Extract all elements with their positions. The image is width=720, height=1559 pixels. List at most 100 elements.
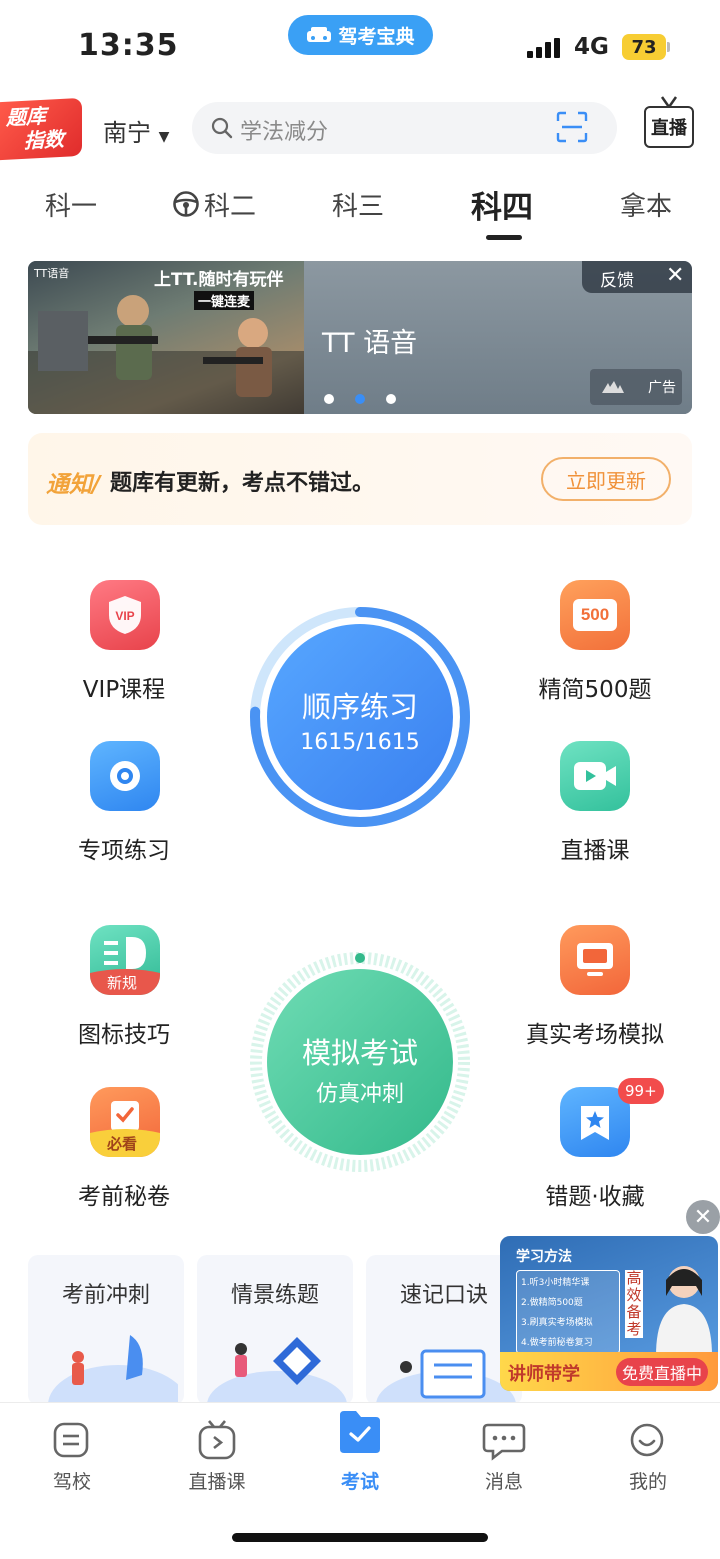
target-icon xyxy=(110,761,140,791)
float-ad-heading: 学习方法 xyxy=(516,1249,572,1265)
status-time: 13:35 xyxy=(78,28,179,63)
profile-icon[interactable] xyxy=(628,1421,666,1459)
carousel-dot-3[interactable] xyxy=(386,394,396,404)
float-ad-left-cta: 讲师带学 xyxy=(508,1364,580,1385)
search-input[interactable]: 学法减分 xyxy=(240,114,328,146)
floating-live-ad[interactable]: 学习方法 1.听3小时精华课 2.做精简500题 3.刷真实考场模拟 4.做考前… xyxy=(500,1236,718,1391)
feedback-button[interactable]: 反馈 ✕ xyxy=(582,261,692,293)
ad-label: 广告 xyxy=(648,380,676,396)
card-pre-exam-sprint[interactable]: 考前冲刺 xyxy=(28,1255,184,1405)
network-type: 4G xyxy=(574,34,609,60)
live-course-label[interactable]: 直播课 xyxy=(495,831,695,865)
banner-headline: 上TT.随时有玩伴 xyxy=(154,270,284,290)
vip-course-label[interactable]: VIP课程 xyxy=(24,670,224,704)
icon-tips-label[interactable]: 图标技巧 xyxy=(24,1015,224,1049)
rocket-illustration xyxy=(48,1335,178,1405)
ad-banner[interactable]: TT语音 上TT.随时有玩伴 一键连麦 TT 语音 反馈 ✕ 广告 xyxy=(28,261,692,414)
float-ad-steps: 1.听3小时精华课 2.做精简500题 3.刷真实考场模拟 4.做考前秘卷复习 xyxy=(516,1270,620,1354)
pedestrian-sign-illustration xyxy=(207,1337,347,1405)
home-indicator[interactable] xyxy=(232,1533,488,1542)
vip-shield-icon: VIP xyxy=(109,596,141,634)
nav-label-driving-school[interactable]: 驾校 xyxy=(22,1467,122,1494)
float-ad-right-cta[interactable]: 免费直播中 xyxy=(616,1358,709,1386)
battery-icon: 73 xyxy=(622,34,666,60)
tab-naben[interactable]: 拿本 xyxy=(620,186,672,223)
special-practice-icon[interactable] xyxy=(90,741,160,811)
lecturer-avatar xyxy=(656,1266,712,1356)
monitor-icon xyxy=(577,943,613,976)
nav-label-exam[interactable]: 考试 xyxy=(310,1467,410,1494)
card-title: 情景练题 xyxy=(230,1283,319,1308)
message-icon[interactable] xyxy=(482,1421,526,1461)
notice-text: 题库有更新，考点不错过。 xyxy=(110,471,375,496)
video-camera-icon xyxy=(574,762,616,790)
live-course-icon[interactable] xyxy=(560,741,630,811)
scan-icon[interactable] xyxy=(555,110,589,144)
close-icon[interactable]: ✕ xyxy=(666,263,684,288)
badge-line-2: 指数 xyxy=(24,126,64,153)
vip-course-icon[interactable]: VIP xyxy=(90,580,160,650)
close-icon[interactable]: ✕ xyxy=(686,1200,720,1234)
tab-ke2[interactable]: 科二 xyxy=(204,186,256,223)
tv-live-icon[interactable] xyxy=(197,1419,237,1461)
nav-label-messages[interactable]: 消息 xyxy=(454,1467,554,1494)
tab-ke1[interactable]: 科一 xyxy=(45,186,97,223)
mock-exam-title: 模拟考试 xyxy=(301,1036,418,1070)
card-mnemonics[interactable]: 速记口诀 xyxy=(366,1255,522,1405)
secret-paper-icon[interactable]: 必看 xyxy=(90,1087,160,1157)
city-name: 南宁 xyxy=(103,119,151,147)
tab-ke4[interactable]: 科四 xyxy=(471,182,533,227)
card-scenario-practice[interactable]: 情景练题 xyxy=(197,1255,353,1405)
mistakes-favorites-label[interactable]: 错题·收藏 xyxy=(495,1177,695,1211)
step-4: 4.做考前秘卷复习 xyxy=(521,1338,593,1348)
driving-school-icon[interactable] xyxy=(52,1421,90,1459)
app-name: 驾考宝典 xyxy=(338,25,415,48)
sequence-practice-title: 顺序练习 xyxy=(301,690,418,724)
city-selector[interactable]: 南宁 ▼ xyxy=(103,113,169,148)
search-icon xyxy=(211,117,233,139)
real-exam-sim-icon[interactable] xyxy=(560,925,630,995)
bookmark-star-icon xyxy=(581,1106,609,1140)
svg-text:VIP: VIP xyxy=(115,609,134,623)
update-now-button[interactable]: 立即更新 xyxy=(541,457,671,501)
card-title: 考前冲刺 xyxy=(61,1283,150,1308)
notice-tag: 通知/ xyxy=(46,472,101,498)
exam-folder-icon[interactable] xyxy=(336,1407,384,1457)
banner-title: TT 语音 xyxy=(322,328,418,359)
car-icon xyxy=(307,27,332,42)
signal-icon xyxy=(527,38,560,58)
mistakes-count-badge: 99+ xyxy=(618,1078,664,1104)
card-title: 速记口诀 xyxy=(399,1283,488,1308)
feedback-label: 反馈 xyxy=(600,271,634,291)
tab-ke3[interactable]: 科三 xyxy=(332,186,384,223)
float-ad-side-text: 高效备考 xyxy=(625,1269,643,1338)
question-bank-index-badge[interactable]: 题库 指数 xyxy=(0,97,82,161)
500-badge-icon: 500 xyxy=(573,599,617,631)
nav-label-me[interactable]: 我的 xyxy=(598,1467,698,1494)
banner-game-image: TT语音 上TT.随时有玩伴 一键连麦 xyxy=(28,261,304,414)
step-1: 1.听3小时精华课 xyxy=(521,1278,590,1288)
simplified-500-icon[interactable]: 500 xyxy=(560,580,630,650)
caret-down-icon: ▼ xyxy=(158,129,170,145)
new-rules-badge: 新规 xyxy=(107,974,138,992)
carousel-dot-2[interactable] xyxy=(355,394,365,404)
update-notice: 通知/ 题库有更新，考点不错过。 立即更新 xyxy=(28,433,692,525)
step-2: 2.做精简500题 xyxy=(521,1298,583,1308)
tt-logo: TT语音 xyxy=(34,267,70,280)
step-3: 3.刷真实考场模拟 xyxy=(521,1318,593,1328)
must-see-badge: 必看 xyxy=(107,1135,138,1153)
banner-subline: 一键连麦 xyxy=(194,291,255,310)
special-practice-label[interactable]: 专项练习 xyxy=(24,831,224,865)
icon-tips-icon[interactable]: 新规 xyxy=(90,925,160,995)
battery-level: 73 xyxy=(631,36,657,58)
ad-label-box: 广告 xyxy=(590,369,682,405)
app-name-pill: 驾考宝典 xyxy=(288,15,433,55)
ad-brand-icon xyxy=(602,381,624,393)
document-illustration xyxy=(376,1349,516,1405)
live-button[interactable]: 直播 xyxy=(644,106,694,148)
simplified-500-label[interactable]: 精简500题 xyxy=(495,670,695,704)
nav-label-live[interactable]: 直播课 xyxy=(167,1467,267,1494)
carousel-dot-1[interactable] xyxy=(324,394,334,404)
real-exam-sim-label[interactable]: 真实考场模拟 xyxy=(495,1015,695,1049)
secret-paper-label[interactable]: 考前秘卷 xyxy=(24,1177,224,1211)
